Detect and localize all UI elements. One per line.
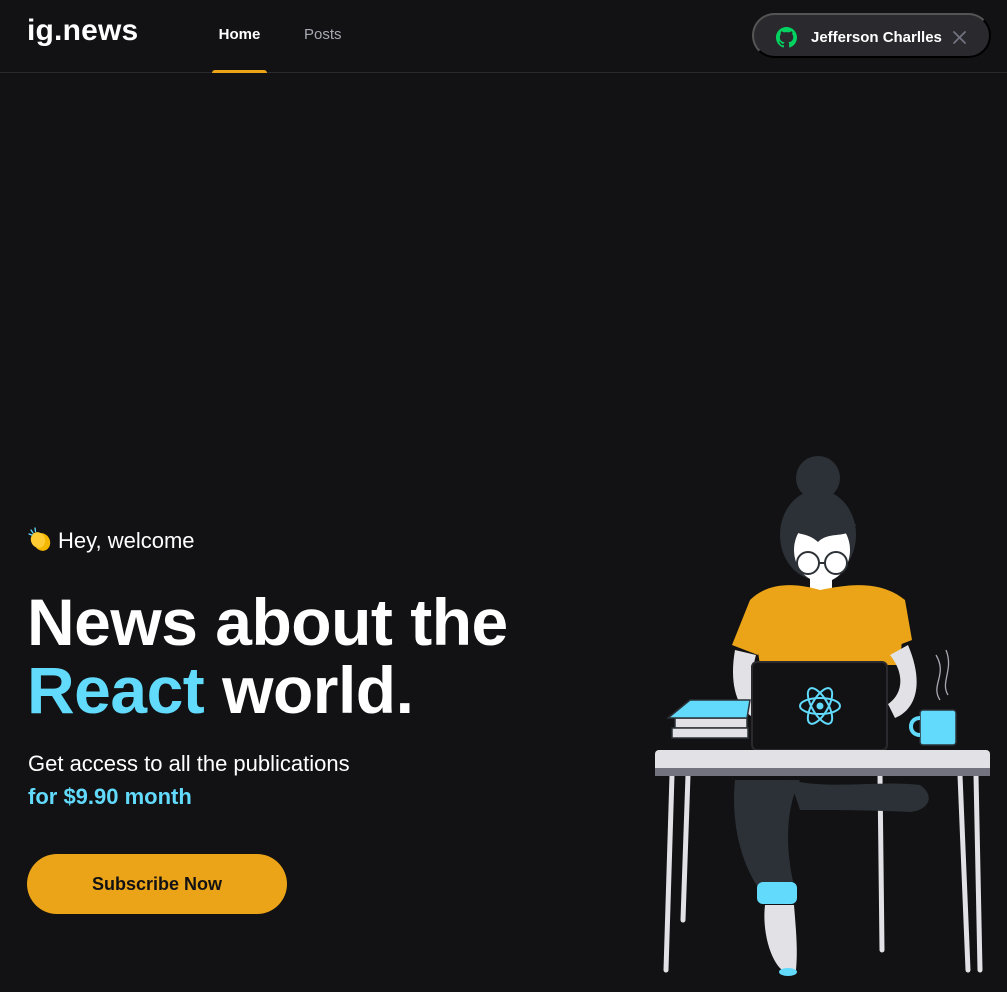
welcome-label: Hey, welcome [58,528,195,553]
hero-price: for $9.90 month [28,784,192,809]
nav-home[interactable]: Home [212,0,267,73]
subscribe-button[interactable]: Subscribe Now [27,854,287,914]
welcome-text: Hey, welcome [28,526,195,556]
avatar-illustration [655,456,990,976]
github-user-button[interactable]: Jefferson Charlles [752,13,991,58]
close-icon[interactable] [952,30,967,45]
hero-title-accent: React [27,653,205,727]
hero-subtitle: Get access to all the publications [28,751,350,776]
user-name: Jefferson Charlles [811,29,942,46]
hero-title-rest: world. [222,653,414,727]
clapping-hands-icon [28,527,51,551]
hero-title-line1: News about the [27,585,508,659]
hero-title: News about the React world. [27,588,508,724]
logo[interactable]: ig.news [27,14,138,48]
top-header: ig.news Home Posts Jefferson Charlles [0,0,1007,73]
github-icon [776,27,797,48]
nav-posts[interactable]: Posts [304,0,342,72]
